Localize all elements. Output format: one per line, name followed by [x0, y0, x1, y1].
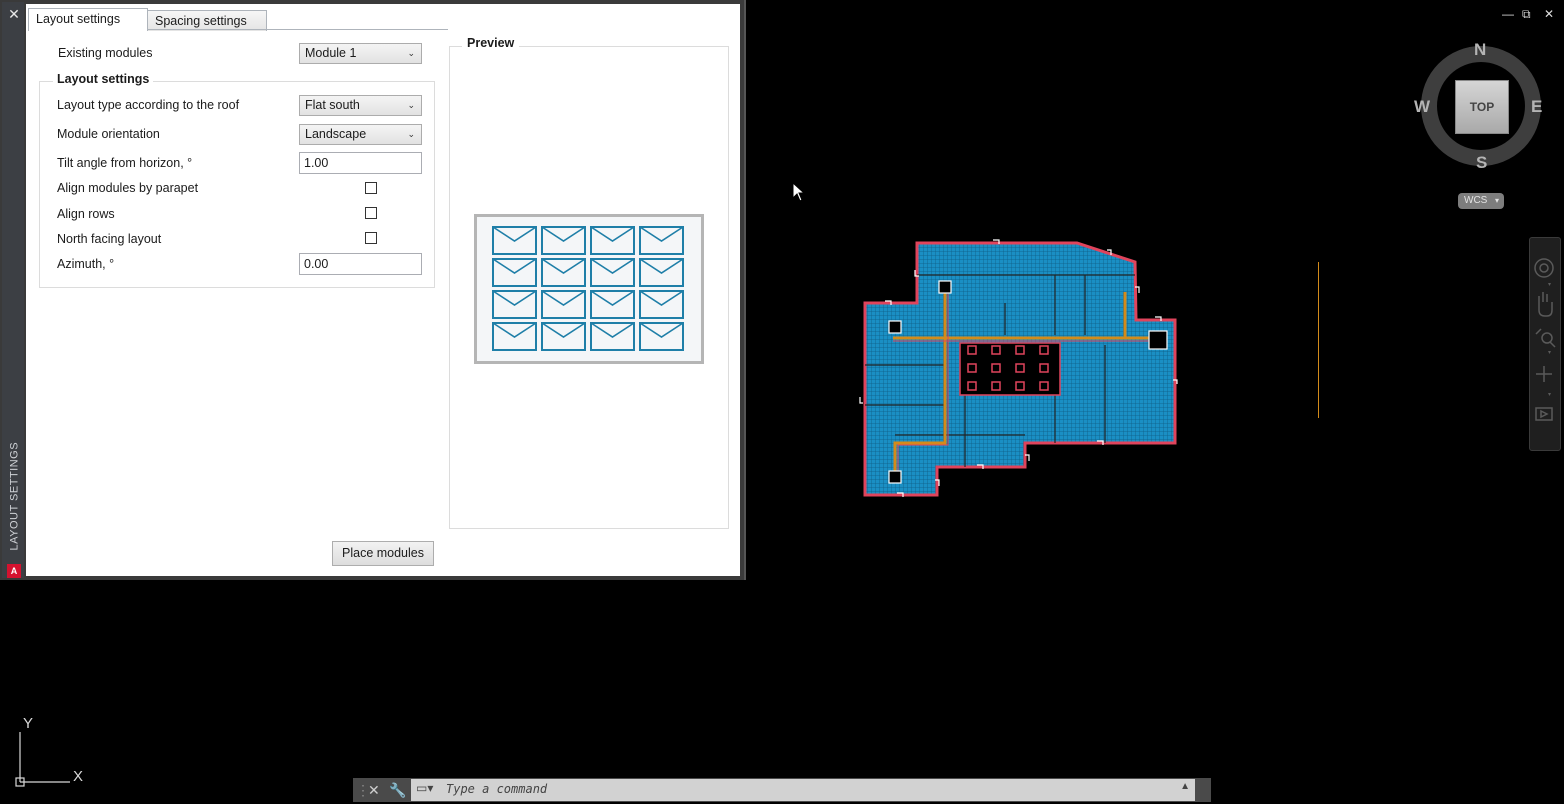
tab-layout-settings[interactable]: Layout settings: [28, 8, 148, 31]
existing-modules-select[interactable]: Module 1 ⌄: [299, 43, 422, 64]
wcs-menu-button[interactable]: WCS ▾: [1458, 193, 1504, 209]
place-modules-button[interactable]: Place modules: [332, 541, 434, 566]
svg-text:▾: ▾: [1548, 391, 1551, 398]
compass-east[interactable]: E: [1531, 97, 1542, 117]
layout-settings-group-title: Layout settings: [53, 72, 154, 86]
roof-layout-drawing[interactable]: [855, 235, 1185, 500]
compass-west[interactable]: W: [1414, 97, 1430, 117]
command-line-bar: ⋮ ✕ 🔧 ▭▾ ▲ Type a command: [353, 778, 1211, 802]
align-rows-checkbox[interactable]: [365, 207, 377, 219]
orbit-icon: [1536, 366, 1552, 382]
azimuth-input[interactable]: 0.00: [299, 253, 422, 275]
module-preview-image: [474, 214, 704, 364]
chevron-down-icon: ⌄: [407, 100, 415, 110]
mouse-cursor-icon: [792, 182, 806, 202]
cable-guide-line: [1318, 262, 1319, 418]
viewcube-top-face[interactable]: TOP: [1455, 80, 1509, 134]
palette-title-strip[interactable]: ✕ LAYOUT SETTINGS A: [2, 2, 24, 578]
tab-spacing-settings[interactable]: Spacing settings: [147, 10, 267, 31]
close-icon[interactable]: ✕: [5, 5, 23, 23]
ucs-x-label: X: [73, 768, 83, 785]
align-parapet-label: Align modules by parapet: [57, 181, 199, 195]
north-facing-label: North facing layout: [57, 232, 162, 246]
chevron-down-icon: ⌄: [407, 129, 415, 139]
existing-modules-label: Existing modules: [58, 46, 153, 60]
viewcube[interactable]: N S E W TOP: [1405, 38, 1561, 188]
chevron-down-icon: ⌄: [407, 48, 415, 58]
compass-north[interactable]: N: [1474, 40, 1486, 60]
preview-title: Preview: [462, 36, 520, 50]
minimize-icon[interactable]: —: [1502, 7, 1514, 21]
tilt-angle-input[interactable]: 1.00: [299, 152, 422, 174]
layout-type-label: Layout type according to the roof: [57, 98, 240, 112]
align-parapet-checkbox[interactable]: [365, 182, 377, 194]
zoom-icon: [1541, 332, 1553, 344]
pan-icon: [1538, 292, 1553, 317]
svg-text:▾: ▾: [1548, 281, 1551, 288]
ucs-y-label: Y: [23, 715, 33, 732]
wcs-label: WCS: [1464, 195, 1488, 206]
compass-south[interactable]: S: [1476, 153, 1487, 173]
module-orientation-select[interactable]: Landscape ⌄: [299, 124, 422, 145]
align-rows-label: Align rows: [57, 207, 115, 221]
module-orientation-value: Landscape: [305, 127, 367, 141]
command-history-icon[interactable]: ▭▾: [416, 781, 433, 795]
palette-content: Layout settings Spacing settings Existin…: [26, 4, 740, 576]
steering-wheel-icon: [1534, 258, 1554, 278]
module-orientation-label: Module orientation: [57, 127, 160, 141]
tilt-angle-label: Tilt angle from horizon, °: [57, 156, 193, 170]
north-facing-checkbox[interactable]: [365, 232, 377, 244]
showmotion-icon: [1535, 407, 1553, 421]
existing-modules-value: Module 1: [305, 46, 357, 60]
restore-icon[interactable]: ⧉: [1522, 7, 1531, 22]
ucs-icon: Y X: [15, 715, 83, 787]
navigation-tools: ▾ ▾ ▾: [1534, 258, 1556, 421]
chevron-down-icon: ▾: [1494, 196, 1499, 205]
chevron-up-icon[interactable]: ▲: [1180, 781, 1190, 792]
autocad-logo-icon: A: [7, 564, 21, 578]
wrench-icon[interactable]: 🔧: [389, 781, 406, 799]
palette-title: LAYOUT SETTINGS: [8, 441, 21, 551]
navigation-bar: ▾ ▾ ▾: [1529, 237, 1561, 451]
command-placeholder: Type a command: [446, 782, 548, 796]
layout-type-select[interactable]: Flat south ⌄: [299, 95, 422, 116]
layout-settings-palette: ✕ LAYOUT SETTINGS A Layout settings Spac…: [0, 0, 746, 580]
close-command-icon[interactable]: ✕: [368, 781, 380, 799]
close-window-icon[interactable]: ✕: [1544, 7, 1554, 21]
skylight-area: [959, 342, 1061, 396]
azimuth-label: Azimuth, °: [57, 257, 115, 271]
layout-type-value: Flat south: [305, 98, 360, 112]
svg-text:▾: ▾: [1548, 349, 1551, 356]
